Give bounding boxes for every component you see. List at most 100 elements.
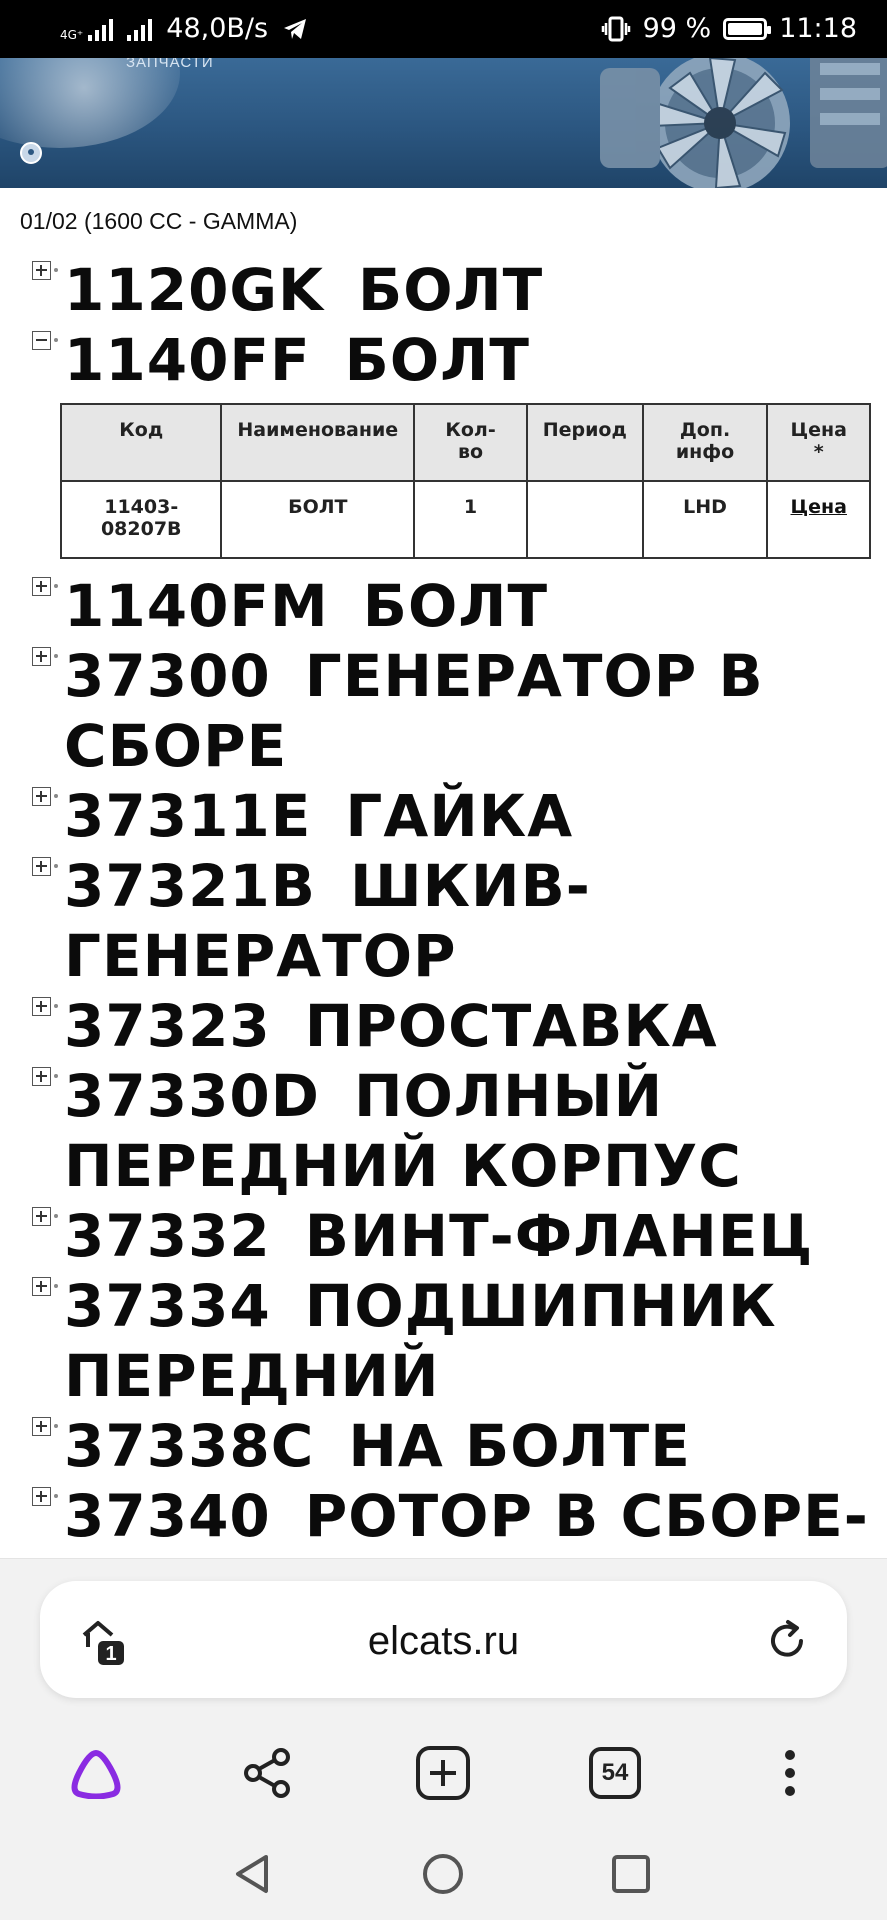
part-code: 37332: [64, 1202, 271, 1270]
part-title[interactable]: 37334 ПОДШИПНИК ПЕРЕДНИЙ: [64, 1271, 879, 1411]
price-link[interactable]: Цена: [791, 496, 847, 518]
part-item[interactable]: 37323 ПРОСТАВКА: [0, 991, 887, 1061]
expand-icon[interactable]: [32, 1207, 58, 1226]
engine-illustration: [600, 58, 887, 188]
expand-icon[interactable]: [32, 857, 58, 876]
expand-icon[interactable]: [32, 1417, 58, 1436]
collapse-icon[interactable]: [32, 331, 58, 350]
alice-assistant-button[interactable]: [66, 1743, 126, 1803]
part-item[interactable]: 37340РОТОР В СБОРЕ-ГЕНЕРАТОР: [0, 1481, 887, 1558]
expand-icon[interactable]: [32, 787, 58, 806]
part-title[interactable]: 37332 ВИНТ-ФЛАНЕЦ: [64, 1201, 879, 1271]
cell-qty: 1: [413, 480, 528, 559]
cell-price: Цена: [766, 480, 871, 559]
cell-name: БОЛТ: [220, 480, 416, 559]
more-vertical-icon: [785, 1750, 795, 1796]
part-code: 37311E: [64, 782, 312, 850]
part-code: 1120GK: [64, 256, 324, 324]
network-type-label: 4G⁺: [60, 27, 84, 42]
tabs-button[interactable]: 54: [585, 1743, 645, 1803]
expand-icon[interactable]: [32, 997, 58, 1016]
part-title[interactable]: 37323 ПРОСТАВКА: [64, 991, 879, 1061]
expand-icon[interactable]: [32, 577, 58, 596]
column-header-info: Доп. инфо: [641, 403, 769, 482]
part-title[interactable]: 37340РОТОР В СБОРЕ-ГЕНЕРАТОР: [64, 1481, 879, 1558]
part-title[interactable]: 37321B ШКИВ-ГЕНЕРАТОР: [64, 851, 879, 991]
part-name: ГАЙКА: [345, 782, 574, 850]
part-title[interactable]: 1140FF БОЛТ: [64, 325, 879, 395]
part-detail-table: Код Наименование Кол-во Период Доп. инфо…: [59, 403, 871, 559]
column-header-price: Цена *: [766, 403, 871, 482]
expand-icon[interactable]: [32, 261, 58, 280]
home-nav-icon[interactable]: [20, 142, 42, 164]
battery-icon: [723, 17, 772, 40]
cellular-signal-2-icon: [127, 17, 153, 41]
home-icon[interactable]: [418, 1849, 468, 1899]
address-bar[interactable]: 1 elcats.ru: [40, 1581, 847, 1698]
part-code: 37330D: [64, 1062, 320, 1130]
system-navigation-bar: [0, 1839, 887, 1920]
site-header-banner: ЗАПЧАСТИ: [0, 58, 887, 188]
network-speed: 48,0B/s: [166, 13, 269, 44]
breadcrumb: 01/02 (1600 CC - GAMMA): [20, 208, 298, 234]
part-title[interactable]: 1120GK БОЛТ: [64, 255, 879, 325]
plus-square-icon: [416, 1746, 470, 1800]
part-name: БОЛТ: [362, 572, 549, 640]
browser-toolbar: 54: [0, 1719, 887, 1819]
column-header-qty: Кол-во: [413, 403, 528, 482]
new-tab-button[interactable]: [413, 1743, 473, 1803]
part-item[interactable]: 1140FM БОЛТ: [0, 571, 887, 641]
back-icon[interactable]: [228, 1849, 278, 1899]
share-button[interactable]: [238, 1743, 298, 1803]
cell-code: 11403-08207B: [59, 480, 223, 559]
column-header-period: Период: [525, 403, 644, 482]
part-code: 37321B: [64, 852, 316, 920]
cellular-signal-icon: 4G⁺: [60, 17, 114, 42]
part-item[interactable]: 37338C НА БОЛТЕ: [0, 1411, 887, 1481]
url-text[interactable]: elcats.ru: [40, 1619, 847, 1664]
part-item[interactable]: 37332 ВИНТ-ФЛАНЕЦ: [0, 1201, 887, 1271]
part-item[interactable]: 1120GK БОЛТ: [0, 255, 887, 325]
expand-icon[interactable]: [32, 1487, 58, 1506]
part-code: 37300: [64, 642, 271, 710]
part-item[interactable]: 37300 ГЕНЕРАТОР В СБОРЕ: [0, 641, 887, 781]
part-name: ПРОСТАВКА: [304, 992, 718, 1060]
part-code: 37338C: [64, 1412, 315, 1480]
cell-info: LHD: [641, 480, 769, 559]
browser-bottom-bar: 1 elcats.ru 54: [0, 1558, 887, 1920]
share-icon: [244, 1748, 290, 1798]
part-code: 37334: [64, 1272, 271, 1340]
part-item[interactable]: 37321B ШКИВ-ГЕНЕРАТОР: [0, 851, 887, 991]
part-item[interactable]: 1140FF БОЛТ: [0, 325, 887, 395]
menu-button[interactable]: [760, 1743, 820, 1803]
site-logo[interactable]: ЗАПЧАСТИ: [126, 58, 214, 71]
reload-icon[interactable]: [763, 1617, 811, 1665]
part-name: БОЛТ: [344, 326, 530, 394]
part-item[interactable]: 37330D ПОЛНЫЙ ПЕРЕДНИЙ КОРПУС: [0, 1061, 887, 1201]
part-title[interactable]: 37338C НА БОЛТЕ: [64, 1411, 879, 1481]
part-code: 37323: [64, 992, 271, 1060]
table-row: 11403-08207B БОЛТ 1 LHD Цена: [59, 480, 871, 559]
table-header-row: Код Наименование Кол-во Период Доп. инфо…: [59, 403, 871, 482]
recents-icon[interactable]: [606, 1849, 656, 1899]
expand-icon[interactable]: [32, 647, 58, 666]
status-bar: 4G⁺ 48,0B/s 99 % 11:18: [0, 0, 887, 58]
part-code: 1140FM: [64, 572, 329, 640]
part-title[interactable]: 1140FM БОЛТ: [64, 571, 879, 641]
parts-list: 1120GK БОЛТ 1140FF БОЛТ Код Наименование К…: [0, 255, 887, 1558]
part-item[interactable]: 37311E ГАЙКА: [0, 781, 887, 851]
expand-icon[interactable]: [32, 1277, 58, 1296]
part-name: НА БОЛТЕ: [348, 1412, 691, 1480]
expand-icon[interactable]: [32, 1067, 58, 1086]
battery-percent: 99 %: [642, 13, 712, 44]
vibrate-icon: [601, 16, 630, 41]
part-name: БОЛТ: [357, 256, 544, 324]
part-title[interactable]: 37300 ГЕНЕРАТОР В СБОРЕ: [64, 641, 879, 781]
part-title[interactable]: 37311E ГАЙКА: [64, 781, 879, 851]
alice-icon: [71, 1750, 121, 1799]
part-title[interactable]: 37330D ПОЛНЫЙ ПЕРЕДНИЙ КОРПУС: [64, 1061, 879, 1201]
column-header-name: Наименование: [220, 403, 416, 482]
part-item[interactable]: 37334 ПОДШИПНИК ПЕРЕДНИЙ: [0, 1271, 887, 1411]
tabs-count-icon: 54: [589, 1747, 641, 1799]
column-header-code: Код: [59, 403, 223, 482]
